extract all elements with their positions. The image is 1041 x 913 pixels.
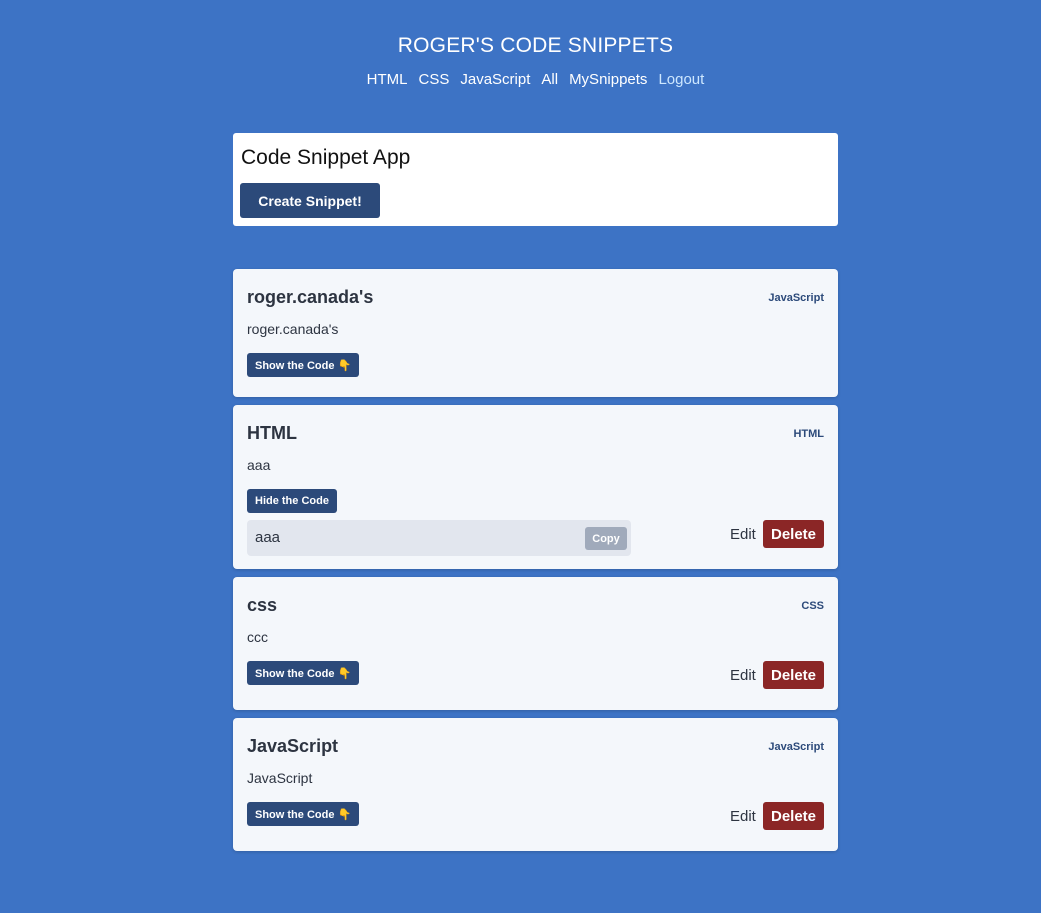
nav-link-logout[interactable]: Logout	[658, 71, 704, 88]
delete-button[interactable]: Delete	[763, 661, 824, 689]
code-block: aaa Copy	[247, 520, 631, 556]
site-title: ROGER'S CODE SNIPPETS	[397, 34, 674, 57]
snippet-card: css CSS ccc Show the Code 👇 Edit Delete	[233, 577, 838, 710]
edit-link[interactable]: Edit	[730, 667, 756, 684]
snippet-card: roger.canada's JavaScript roger.canada's…	[233, 269, 838, 397]
nav-link-mysnippets[interactable]: MySnippets	[569, 71, 647, 88]
code-text: aaa	[255, 529, 281, 546]
show-code-button[interactable]: Show the Code 👇	[247, 661, 360, 685]
snippet-description: ccc	[247, 629, 268, 645]
snippet-title: JavaScript	[247, 736, 339, 756]
language-badge: HTML	[793, 428, 824, 440]
main-nav: HTML CSS JavaScript All MySnippets Logou…	[0, 71, 1041, 88]
nav-link-css[interactable]: CSS	[419, 71, 450, 88]
snippet-title: css	[247, 595, 278, 615]
app-title: Code Snippet App	[241, 146, 411, 169]
nav-link-javascript[interactable]: JavaScript	[460, 71, 530, 88]
nav-link-all[interactable]: All	[541, 71, 558, 88]
language-badge: JavaScript	[768, 741, 824, 753]
edit-link[interactable]: Edit	[730, 808, 756, 825]
snippet-title: HTML	[247, 423, 297, 443]
snippet-description: roger.canada's	[247, 321, 339, 337]
hide-code-button[interactable]: Hide the Code	[247, 489, 337, 513]
snippet-description: aaa	[247, 457, 271, 473]
snippet-title: roger.canada's	[247, 287, 374, 307]
snippet-card: JavaScript JavaScript JavaScript Show th…	[233, 718, 838, 851]
create-snippet-button[interactable]: Create Snippet!	[240, 183, 380, 218]
edit-link[interactable]: Edit	[730, 526, 756, 543]
language-badge: CSS	[801, 600, 824, 612]
copy-button[interactable]: Copy	[585, 527, 627, 550]
show-code-button[interactable]: Show the Code 👇	[247, 802, 360, 826]
delete-button[interactable]: Delete	[763, 802, 824, 830]
delete-button[interactable]: Delete	[763, 520, 824, 548]
app-panel: Code Snippet App Create Snippet!	[233, 133, 838, 226]
nav-link-html[interactable]: HTML	[367, 71, 408, 88]
snippet-description: JavaScript	[247, 770, 313, 786]
show-code-button[interactable]: Show the Code 👇	[247, 353, 360, 377]
snippet-card: HTML HTML aaa Hide the Code aaa Copy Edi…	[233, 405, 838, 569]
language-badge: JavaScript	[768, 292, 824, 304]
